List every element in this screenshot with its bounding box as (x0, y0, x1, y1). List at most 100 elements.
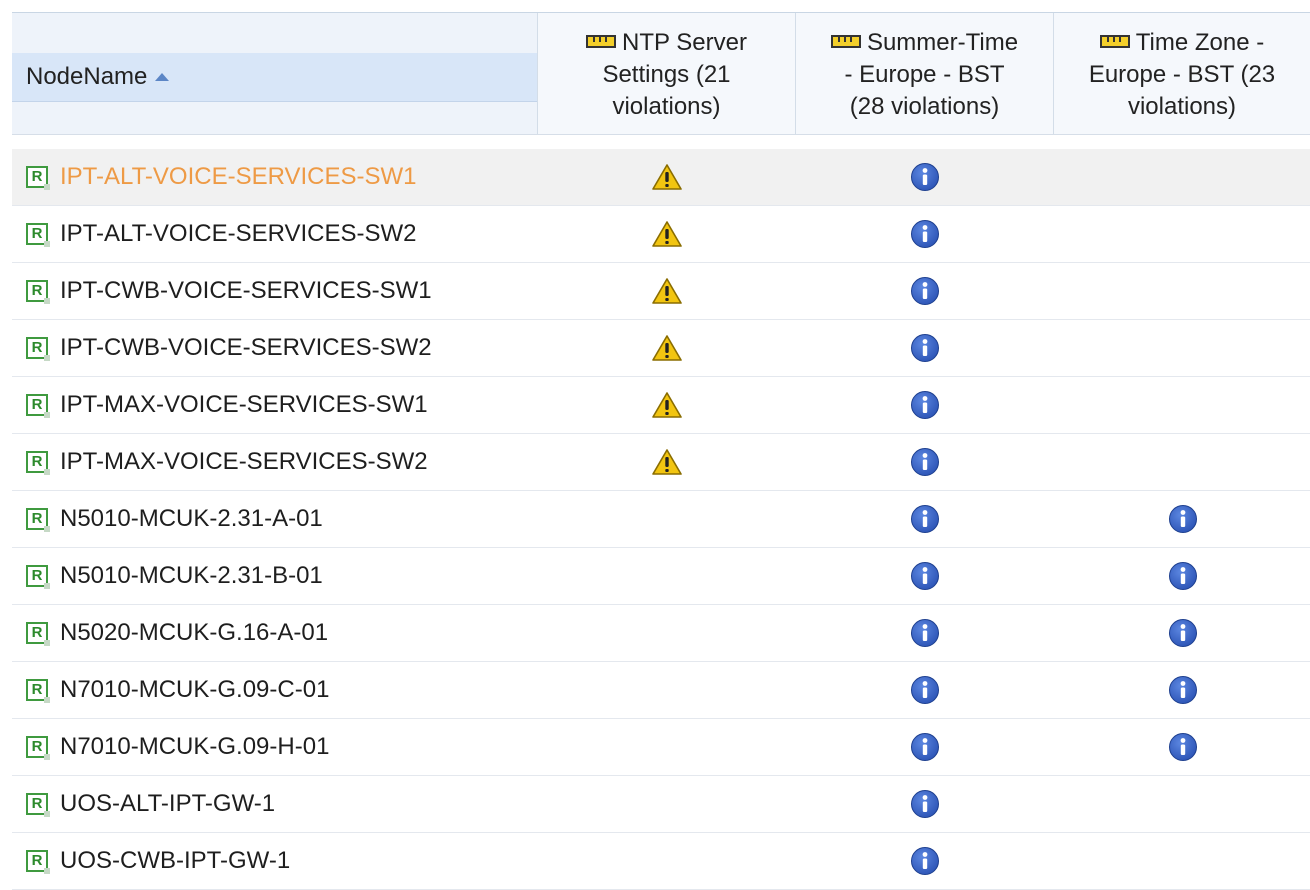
info-icon[interactable] (910, 732, 940, 762)
info-icon[interactable] (910, 390, 940, 420)
node-name[interactable]: UOS-ALT-IPT-GW-1 (60, 790, 275, 818)
summer-header-line-3: (28 violations) (849, 93, 1000, 120)
info-icon[interactable] (910, 447, 940, 477)
node-cell[interactable]: R N7010-MCUK-G.09-C-01 (12, 676, 538, 704)
time-zone-cell[interactable] (1054, 504, 1310, 534)
node-name[interactable]: IPT-CWB-VOICE-SERVICES-SW1 (60, 277, 432, 305)
summer-time-cell[interactable] (796, 504, 1054, 534)
node-cell[interactable]: R IPT-CWB-VOICE-SERVICES-SW1 (12, 277, 538, 305)
info-icon[interactable] (1168, 675, 1198, 705)
summer-time-cell[interactable] (796, 162, 1054, 192)
node-name[interactable]: IPT-CWB-VOICE-SERVICES-SW2 (60, 334, 432, 362)
info-icon[interactable] (1168, 618, 1198, 648)
node-cell[interactable]: R IPT-MAX-VOICE-SERVICES-SW1 (12, 391, 538, 419)
summer-time-cell[interactable] (796, 561, 1054, 591)
table-row[interactable]: R UOS-CWB-IPT-GW-1 (12, 833, 1310, 890)
summer-time-cell[interactable] (796, 219, 1054, 249)
table-row[interactable]: R N5010-MCUK-2.31-B-01 (12, 548, 1310, 605)
router-r-icon: R (26, 850, 50, 874)
summer-time-cell[interactable] (796, 675, 1054, 705)
router-r-icon: R (26, 736, 50, 760)
time-zone-cell[interactable] (1054, 618, 1310, 648)
node-name[interactable]: IPT-MAX-VOICE-SERVICES-SW2 (60, 448, 428, 476)
nodename-header-label: NodeName (26, 63, 148, 90)
column-header-nodename[interactable]: NodeName (12, 13, 538, 134)
table-row[interactable]: R IPT-MAX-VOICE-SERVICES-SW2 (12, 434, 1310, 491)
info-icon[interactable] (910, 333, 940, 363)
info-icon[interactable] (910, 618, 940, 648)
node-cell[interactable]: R N5020-MCUK-G.16-A-01 (12, 619, 538, 647)
summer-time-cell[interactable] (796, 618, 1054, 648)
info-icon[interactable] (910, 276, 940, 306)
node-cell[interactable]: R N5010-MCUK-2.31-A-01 (12, 505, 538, 533)
warning-icon[interactable] (652, 449, 682, 475)
column-header-time-zone[interactable]: Time Zone - Europe - BST (23 violations) (1054, 13, 1310, 134)
table-row[interactable]: R N5010-MCUK-2.31-A-01 (12, 491, 1310, 548)
table-row[interactable]: R UOS-ALT-IPT-GW-1 (12, 776, 1310, 833)
table-row[interactable]: R IPT-CWB-VOICE-SERVICES-SW2 (12, 320, 1310, 377)
ntp-cell[interactable] (538, 164, 796, 190)
node-name[interactable]: N5010-MCUK-2.31-B-01 (60, 562, 323, 590)
ntp-cell[interactable] (538, 335, 796, 361)
ntp-cell[interactable] (538, 278, 796, 304)
table-row[interactable]: R IPT-ALT-VOICE-SERVICES-SW1 (12, 149, 1310, 206)
router-r-icon: R (26, 337, 50, 361)
node-name[interactable]: N7010-MCUK-G.09-H-01 (60, 733, 329, 761)
node-cell[interactable]: R IPT-MAX-VOICE-SERVICES-SW2 (12, 448, 538, 476)
router-r-icon: R (26, 280, 50, 304)
column-header-ntp[interactable]: NTP Server Settings (21 violations) (538, 13, 796, 134)
node-name[interactable]: IPT-ALT-VOICE-SERVICES-SW1 (60, 163, 417, 191)
ntp-cell[interactable] (538, 392, 796, 418)
node-name[interactable]: IPT-MAX-VOICE-SERVICES-SW1 (60, 391, 428, 419)
warning-icon[interactable] (652, 164, 682, 190)
warning-icon[interactable] (652, 392, 682, 418)
router-r-icon: R (26, 622, 50, 646)
info-icon[interactable] (910, 504, 940, 534)
table-row[interactable]: R IPT-MAX-VOICE-SERVICES-SW1 (12, 377, 1310, 434)
node-cell[interactable]: R UOS-ALT-IPT-GW-1 (12, 790, 538, 818)
info-icon[interactable] (1168, 504, 1198, 534)
info-icon[interactable] (910, 789, 940, 819)
ntp-cell[interactable] (538, 449, 796, 475)
node-name[interactable]: IPT-ALT-VOICE-SERVICES-SW2 (60, 220, 417, 248)
node-cell[interactable]: R IPT-ALT-VOICE-SERVICES-SW2 (12, 220, 538, 248)
summer-time-cell[interactable] (796, 846, 1054, 876)
ruler-icon (830, 35, 861, 48)
node-cell[interactable]: R N5010-MCUK-2.31-B-01 (12, 562, 538, 590)
info-icon[interactable] (910, 162, 940, 192)
info-icon[interactable] (910, 675, 940, 705)
ntp-cell[interactable] (538, 221, 796, 247)
node-name[interactable]: N5020-MCUK-G.16-A-01 (60, 619, 328, 647)
node-name[interactable]: N7010-MCUK-G.09-C-01 (60, 676, 329, 704)
table-row[interactable]: R IPT-ALT-VOICE-SERVICES-SW2 (12, 206, 1310, 263)
time-zone-cell[interactable] (1054, 732, 1310, 762)
info-icon[interactable] (910, 219, 940, 249)
table-row[interactable]: R IPT-CWB-VOICE-SERVICES-SW1 (12, 263, 1310, 320)
info-icon[interactable] (910, 846, 940, 876)
node-cell[interactable]: R N7010-MCUK-G.09-H-01 (12, 733, 538, 761)
summer-time-cell[interactable] (796, 732, 1054, 762)
table-row[interactable]: R N7010-MCUK-G.09-C-01 (12, 662, 1310, 719)
summer-time-cell[interactable] (796, 447, 1054, 477)
node-name[interactable]: N5010-MCUK-2.31-A-01 (60, 505, 323, 533)
info-icon[interactable] (1168, 732, 1198, 762)
time-zone-cell[interactable] (1054, 561, 1310, 591)
time-zone-cell[interactable] (1054, 675, 1310, 705)
column-header-summer-time[interactable]: Summer-Time - Europe - BST (28 violation… (796, 13, 1054, 134)
table-row[interactable]: R N5020-MCUK-G.16-A-01 (12, 605, 1310, 662)
summer-time-cell[interactable] (796, 276, 1054, 306)
warning-icon[interactable] (652, 221, 682, 247)
info-icon[interactable] (1168, 561, 1198, 591)
summer-time-cell[interactable] (796, 333, 1054, 363)
nodename-header-band[interactable]: NodeName (12, 53, 537, 102)
summer-time-cell[interactable] (796, 390, 1054, 420)
summer-time-cell[interactable] (796, 789, 1054, 819)
node-cell[interactable]: R IPT-ALT-VOICE-SERVICES-SW1 (12, 163, 538, 191)
warning-icon[interactable] (652, 335, 682, 361)
sort-ascending-icon[interactable] (155, 73, 170, 81)
grid-body: R IPT-ALT-VOICE-SERVICES-SW1 R IPT-ALT-VOIC… (12, 149, 1310, 890)
warning-icon[interactable] (652, 278, 682, 304)
node-cell[interactable]: R IPT-CWB-VOICE-SERVICES-SW2 (12, 334, 538, 362)
info-icon[interactable] (910, 561, 940, 591)
table-row[interactable]: R N7010-MCUK-G.09-H-01 (12, 719, 1310, 776)
